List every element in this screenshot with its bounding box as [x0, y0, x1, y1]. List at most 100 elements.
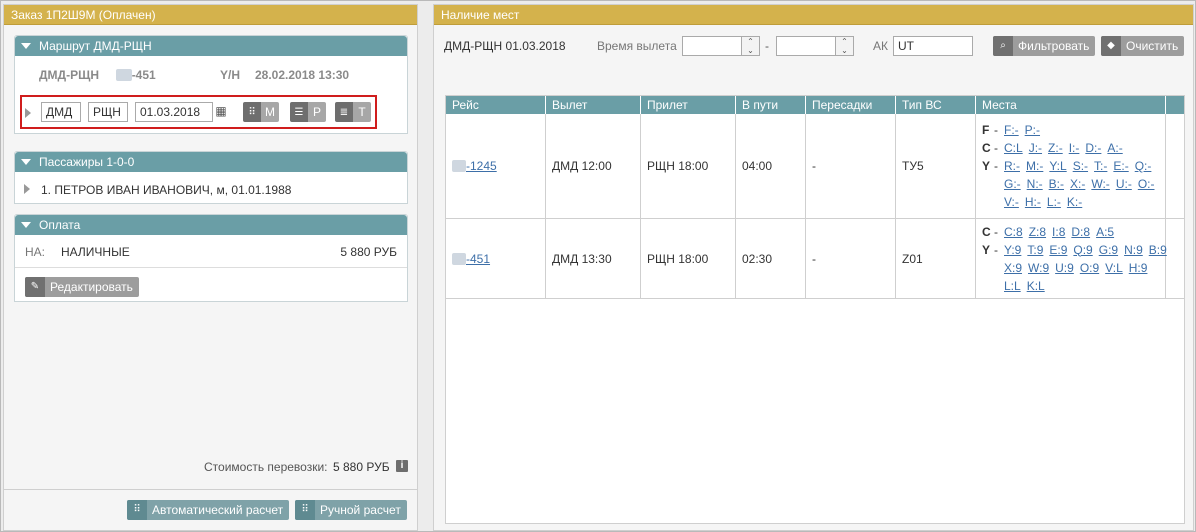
- p-button[interactable]: ☰ P: [290, 102, 326, 122]
- seat-code-link[interactable]: P:-: [1025, 121, 1040, 139]
- seat-code-link[interactable]: T:9: [1027, 241, 1043, 259]
- seat-code-link[interactable]: Y:L: [1049, 157, 1066, 175]
- payment-section-header[interactable]: Оплата: [15, 215, 407, 235]
- seat-code-link[interactable]: B:-: [1049, 175, 1064, 193]
- seat-code-link[interactable]: U:-: [1116, 175, 1132, 193]
- availability-panel: Наличие мест ДМД-РЩН 01.03.2018 Время вы…: [433, 4, 1194, 531]
- class-dash: -: [994, 224, 998, 239]
- seat-code-link[interactable]: I:8: [1052, 223, 1065, 241]
- passengers-section-header[interactable]: Пассажиры 1-0-0: [15, 152, 407, 172]
- seat-code-link[interactable]: W:9: [1028, 259, 1049, 277]
- table-row[interactable]: -1245 ДМД 12:00 РЩН 18:00 04:00 - ТУ5 F-…: [446, 114, 1184, 219]
- seats-cell: C - C:8 Z:8 I:8 D:8 A:5 Y - Y:9 T:9 E:9 Q:9 G:9 N:9 B:9…: [976, 219, 1167, 298]
- seat-code-link[interactable]: A:-: [1107, 139, 1122, 157]
- seat-code-link[interactable]: I:-: [1069, 139, 1080, 157]
- time-to-input[interactable]: [776, 36, 836, 56]
- seat-code-link[interactable]: H:9: [1129, 259, 1148, 277]
- col-arrival[interactable]: Прилет: [641, 96, 736, 114]
- seat-code-link[interactable]: K:-: [1067, 193, 1082, 211]
- seat-code-link[interactable]: U:9: [1055, 259, 1074, 277]
- from-airport-input[interactable]: [41, 102, 81, 122]
- seat-code-link[interactable]: A:5: [1096, 223, 1114, 241]
- passengers-header-label: Пассажиры 1-0-0: [39, 155, 135, 169]
- clear-button[interactable]: ◆ Очистить: [1101, 36, 1185, 56]
- t-button[interactable]: ≣ T: [335, 102, 371, 122]
- seat-code-link[interactable]: N:-: [1027, 175, 1043, 193]
- seat-code-link[interactable]: Z:8: [1029, 223, 1046, 241]
- route-section-header[interactable]: Маршрут ДМД-РЩН: [15, 36, 407, 56]
- col-duration[interactable]: В пути: [736, 96, 806, 114]
- seat-code-link[interactable]: J:-: [1029, 139, 1042, 157]
- airline-code-redacted: [115, 69, 132, 81]
- seat-code-link[interactable]: X:9: [1004, 259, 1022, 277]
- info-icon[interactable]: i: [396, 460, 408, 472]
- seat-code-link[interactable]: B:9: [1149, 241, 1167, 259]
- seat-code-link[interactable]: T:-: [1094, 157, 1107, 175]
- expand-icon[interactable]: [25, 108, 31, 118]
- airline-label: АК: [873, 39, 888, 53]
- seat-code-link[interactable]: Q:9: [1073, 241, 1092, 259]
- seat-codes: C:L J:- Z:- I:- D:- A:-: [1004, 139, 1176, 157]
- expand-icon[interactable]: [24, 184, 30, 194]
- seat-code-link[interactable]: E:-: [1113, 157, 1128, 175]
- date-input[interactable]: [135, 102, 213, 122]
- table-row[interactable]: -451 ДМД 13:30 РЩН 18:00 02:30 - Z01 C-C…: [446, 219, 1184, 299]
- seat-code-link[interactable]: H:-: [1025, 193, 1041, 211]
- airline-input[interactable]: [893, 36, 973, 56]
- seat-code-link[interactable]: F:-: [1004, 121, 1019, 139]
- seat-code-link[interactable]: O:-: [1138, 175, 1155, 193]
- seat-code-link[interactable]: W:-: [1091, 175, 1109, 193]
- filter-button[interactable]: ⌕ Фильтровать: [993, 36, 1096, 56]
- seat-code-link[interactable]: X:-: [1070, 175, 1085, 193]
- to-airport-input[interactable]: [88, 102, 128, 122]
- time-to-spinner[interactable]: ⌃ ⌄: [836, 36, 854, 56]
- collapse-icon[interactable]: [21, 222, 31, 228]
- app-window: Заказ 1П2Ш9М (Оплачен) Маршрут ДМД-РЩН Д…: [0, 0, 1196, 532]
- seat-code-link[interactable]: O:9: [1080, 259, 1099, 277]
- class-letter: Y: [982, 159, 991, 173]
- seat-code-link[interactable]: V:-: [1004, 193, 1019, 211]
- seat-code-link[interactable]: M:-: [1026, 157, 1043, 175]
- seat-code-link[interactable]: K:L: [1027, 277, 1045, 295]
- seat-code-link[interactable]: L:-: [1047, 193, 1061, 211]
- time-from-input[interactable]: [682, 36, 742, 56]
- edit-payment-button[interactable]: ✎ Редактировать: [25, 277, 139, 297]
- seat-code-link[interactable]: N:9: [1124, 241, 1143, 259]
- seat-code-link[interactable]: Z:-: [1048, 139, 1063, 157]
- flight-link[interactable]: -1245: [452, 159, 497, 173]
- seat-code-link[interactable]: R:-: [1004, 157, 1020, 175]
- time-from-spinner[interactable]: ⌃ ⌄: [742, 36, 760, 56]
- seat-code-link[interactable]: Y:9: [1004, 241, 1021, 259]
- seat-code-link[interactable]: D:-: [1085, 139, 1101, 157]
- seat-code-link[interactable]: G:-: [1004, 175, 1021, 193]
- seat-code-link[interactable]: G:9: [1099, 241, 1118, 259]
- order-panel: Заказ 1П2Ш9М (Оплачен) Маршрут ДМД-РЩН Д…: [3, 4, 418, 531]
- duration-cell: 02:30: [736, 219, 806, 298]
- seat-code-link[interactable]: C:8: [1004, 223, 1023, 241]
- col-seats[interactable]: Места: [976, 96, 1166, 114]
- passenger-item[interactable]: 1. ПЕТРОВ ИВАН ИВАНОВИЧ, м, 01.01.1988: [41, 183, 291, 197]
- m-button[interactable]: ⠿ M: [243, 102, 279, 122]
- col-aircraft[interactable]: Тип ВС: [896, 96, 976, 114]
- collapse-icon[interactable]: [21, 43, 31, 49]
- manual-calc-button[interactable]: ⠿ Ручной расчет: [295, 500, 407, 520]
- seat-code-link[interactable]: L:L: [1004, 277, 1021, 295]
- col-transfers[interactable]: Пересадки: [806, 96, 896, 114]
- collapse-icon[interactable]: [21, 159, 31, 165]
- seat-code-link[interactable]: S:-: [1073, 157, 1088, 175]
- seat-code-link[interactable]: V:L: [1105, 259, 1123, 277]
- calendar-icon[interactable]: ▦: [213, 103, 229, 119]
- col-flight[interactable]: Рейс: [446, 96, 546, 114]
- seat-code-link[interactable]: C:L: [1004, 139, 1023, 157]
- seat-code-link[interactable]: Q:-: [1135, 157, 1152, 175]
- auto-calc-button[interactable]: ⠿ Автоматический расчет: [127, 500, 290, 520]
- col-departure[interactable]: Вылет: [546, 96, 641, 114]
- list-icon: ☰: [290, 102, 308, 122]
- flight-link[interactable]: -451: [452, 252, 490, 266]
- airline-code-redacted: [452, 160, 466, 172]
- seat-code-link[interactable]: D:8: [1071, 223, 1090, 241]
- class-dash: -: [994, 141, 998, 155]
- seat-code-link[interactable]: E:9: [1049, 241, 1067, 259]
- seat-codes: Y:9 T:9 E:9 Q:9 G:9 N:9 B:9 X:9 W:9 U:9 O:9 V:L H:9 L…: [1004, 241, 1176, 295]
- availability-route: ДМД-РЩН 01.03.2018: [444, 39, 566, 53]
